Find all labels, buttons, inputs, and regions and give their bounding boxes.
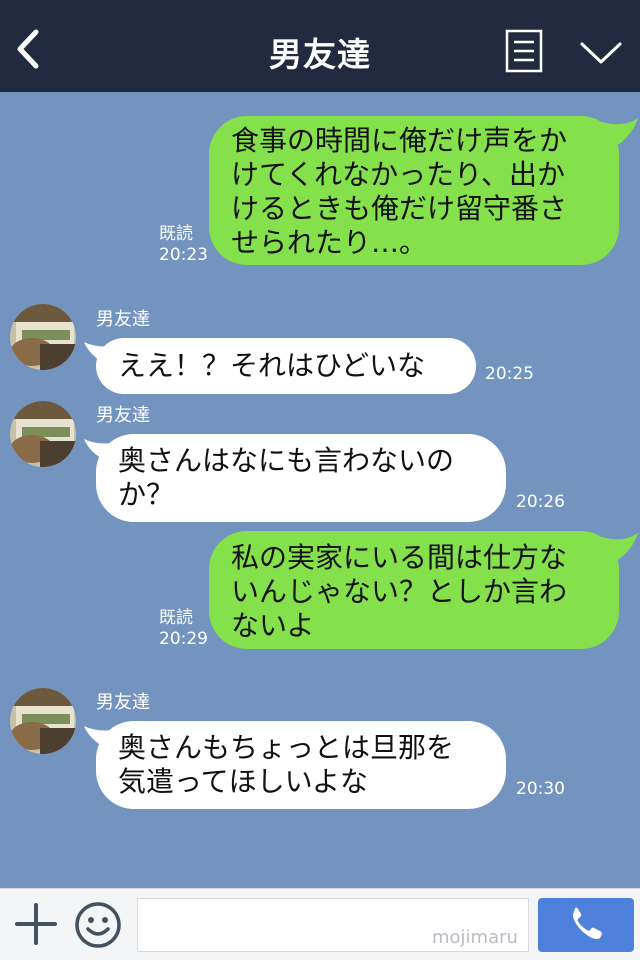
message-time: 20:26 (516, 492, 565, 512)
add-button[interactable] (14, 902, 58, 946)
message-line: 奥さんもちょっとは旦那を (118, 731, 455, 764)
message-line: けるときも俺だけ留守番さ (231, 192, 568, 225)
phone-icon (573, 907, 602, 939)
message-time: 20:23 (159, 245, 208, 265)
read-label: 既読 (159, 224, 193, 244)
message-bubble-incoming[interactable]: ええ！？それはひどいな (96, 338, 476, 394)
read-receipt: 既読 20:29 (159, 608, 208, 650)
avatar[interactable] (10, 304, 76, 370)
message-bubble-incoming[interactable]: 奥さんはなにも言わないの か？ (96, 434, 506, 522)
message-line: ええ！？それはひどいな (118, 349, 426, 382)
message-line: せられたり…。 (231, 226, 428, 259)
avatar[interactable] (10, 688, 76, 754)
message-time: 20:25 (485, 364, 534, 384)
plus-icon (15, 903, 57, 945)
watermark: mojimaru (432, 927, 518, 948)
input-bar: mojimaru (0, 888, 640, 960)
message-line: 気遣ってほしいよな (118, 765, 369, 798)
message-line: か？ (118, 478, 175, 511)
avatar-image (10, 401, 76, 467)
menu-button[interactable] (505, 29, 545, 73)
read-receipt: 既読 20:23 (159, 224, 208, 266)
message-bubble-outgoing[interactable]: 私の実家にいる間は仕方な いんじゃない？としか言わ ないよ (209, 531, 619, 649)
message-line: 食事の時間に俺だけ声をか (231, 124, 568, 157)
list-icon (505, 29, 543, 73)
message-line: けてくれなかったり、出か (231, 158, 566, 191)
message-bubble-outgoing[interactable]: 食事の時間に俺だけ声をか けてくれなかったり、出か けるときも俺だけ留守番さ せ… (209, 116, 619, 265)
message-line: ないよ (231, 609, 315, 642)
avatar-image (10, 688, 76, 754)
avatar-image (10, 304, 76, 370)
emoji-button[interactable] (74, 901, 122, 949)
chat-header: 男友達 (0, 0, 640, 92)
message-line: 私の実家にいる間は仕方な (231, 541, 568, 574)
chevron-down-icon (580, 42, 622, 64)
message-time: 20:29 (159, 629, 208, 649)
message-line: いんじゃない？としか言わ (231, 575, 568, 608)
sender-name: 男友達 (96, 692, 150, 713)
read-label: 既読 (159, 608, 193, 628)
collapse-button[interactable] (578, 36, 624, 70)
message-bubble-incoming[interactable]: 奥さんもちょっとは旦那を 気遣ってほしいよな (96, 721, 506, 809)
message-time: 20:30 (516, 779, 565, 799)
message-line: 奥さんはなにも言わないの (118, 444, 455, 477)
avatar[interactable] (10, 401, 76, 467)
sender-name: 男友達 (96, 309, 150, 330)
smiley-icon (75, 902, 121, 948)
sender-name: 男友達 (96, 405, 150, 426)
call-button[interactable] (538, 898, 634, 952)
